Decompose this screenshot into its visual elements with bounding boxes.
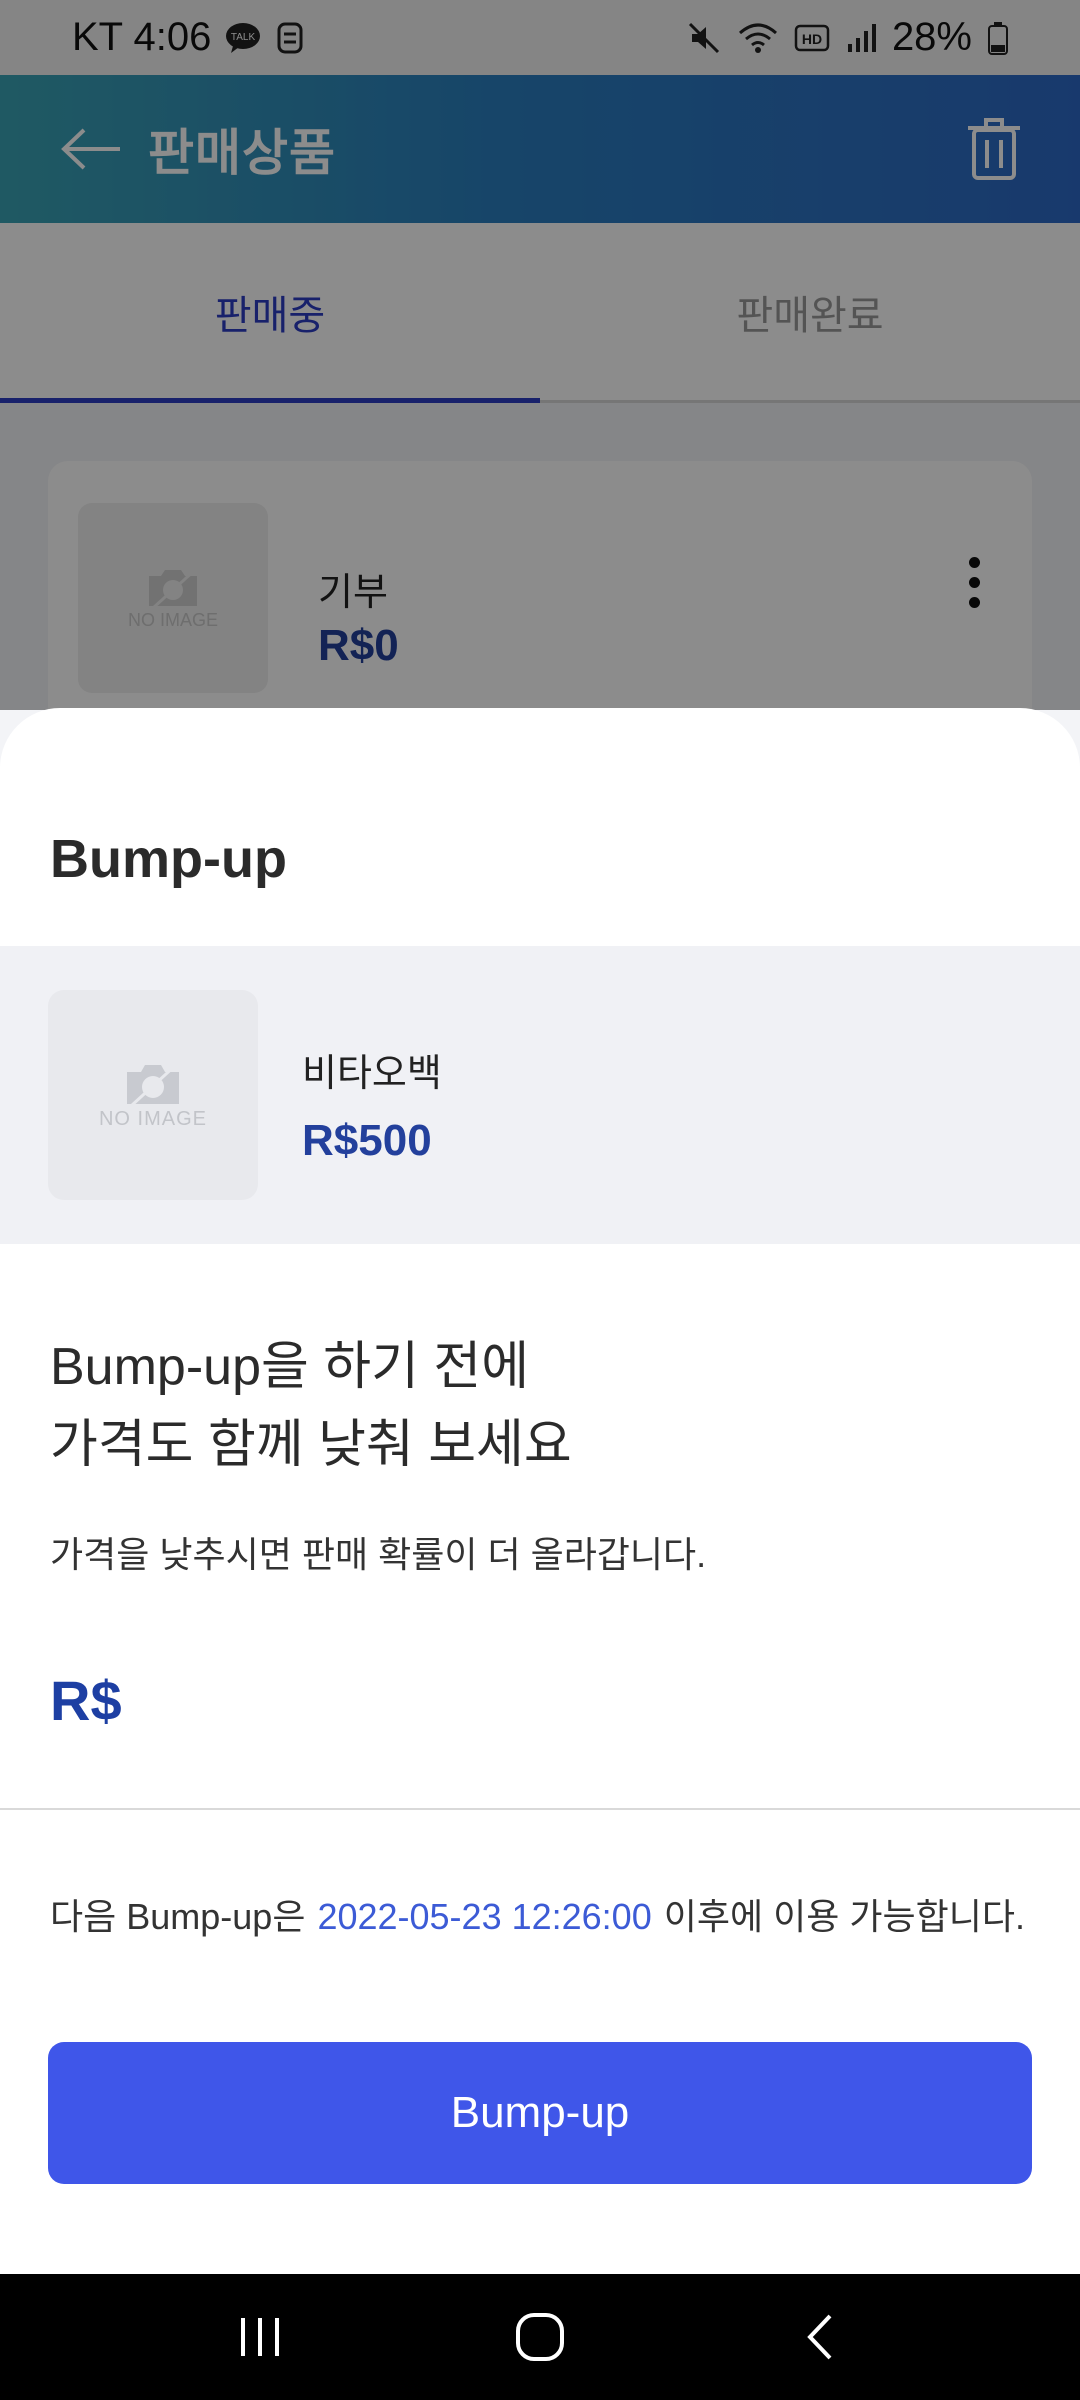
home-icon[interactable] bbox=[495, 2297, 585, 2377]
next-bump-date: 2022-05-23 12:26:00 bbox=[317, 1896, 652, 1937]
back-icon[interactable] bbox=[775, 2297, 865, 2377]
camera-icon bbox=[127, 1062, 179, 1107]
product-name: 비타오백 bbox=[302, 1053, 442, 1095]
notice-prefix: 다음 Bump-up은 bbox=[50, 1896, 306, 1937]
modal-backdrop[interactable] bbox=[0, 0, 1080, 710]
divider bbox=[0, 1808, 1080, 1810]
product-price: R$500 bbox=[302, 1116, 432, 1165]
notice-suffix: 이후에 이용 가능합니다. bbox=[663, 1896, 1025, 1937]
bump-up-sheet: Bump-up NO IMAGE 비타오백 R$500 Bump-up을 하기 … bbox=[0, 708, 1080, 2274]
no-image-label: NO IMAGE bbox=[98, 1107, 207, 1130]
headline: Bump-up을 하기 전에 가격도 함께 낮춰 보세요 bbox=[50, 1328, 572, 1484]
description: 가격을 낮추시면 판매 확률이 더 올라갑니다. bbox=[50, 1534, 707, 1575]
bump-up-button[interactable]: Bump-up bbox=[48, 2042, 1032, 2184]
headline-line-1: Bump-up을 하기 전에 bbox=[50, 1338, 530, 1396]
recent-apps-icon[interactable] bbox=[215, 2297, 305, 2377]
currency-prefix: R$ bbox=[50, 1669, 122, 1732]
product-thumbnail: NO IMAGE bbox=[48, 990, 258, 1200]
sheet-title: Bump-up bbox=[50, 829, 287, 889]
headline-line-2: 가격도 함께 낮춰 보세요 bbox=[50, 1416, 572, 1474]
price-input[interactable]: R$ bbox=[50, 1668, 122, 1733]
next-bump-notice: 다음 Bump-up은 2022-05-23 12:26:00 이후에 이용 가능합… bbox=[50, 1888, 1025, 1940]
system-nav-bar bbox=[0, 2274, 1080, 2400]
selected-product: NO IMAGE 비타오백 R$500 bbox=[0, 946, 1080, 1244]
